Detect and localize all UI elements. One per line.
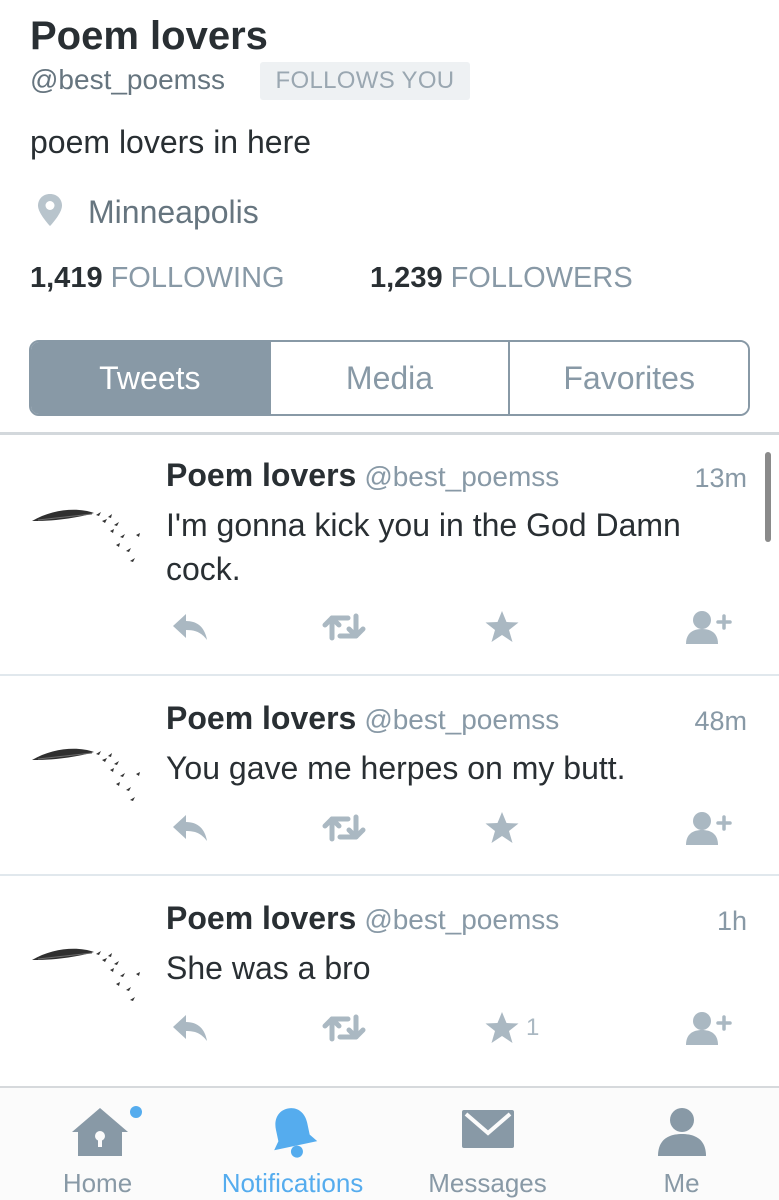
following-count: 1,419 xyxy=(30,262,103,294)
home-notification-dot xyxy=(130,1106,142,1118)
avatar[interactable] xyxy=(30,704,144,814)
retweet-icon xyxy=(322,1014,366,1042)
location-pin-icon xyxy=(30,193,64,232)
reply-button[interactable] xyxy=(170,1008,210,1048)
followers-label: FOLLOWERS xyxy=(450,262,633,294)
add-follower-icon xyxy=(686,1012,732,1045)
home-icon xyxy=(70,1106,130,1163)
profile-tabs: Tweets Media Favorites xyxy=(29,340,750,416)
profile-location: Minneapolis xyxy=(30,190,259,234)
reply-icon xyxy=(173,1015,207,1041)
follow-button[interactable] xyxy=(684,808,732,848)
tweet-author-name: Poem lovers xyxy=(166,457,357,493)
location-text: Minneapolis xyxy=(88,193,259,230)
followers-count: 1,239 xyxy=(370,262,443,294)
nav-notifications-label: Notifications xyxy=(221,1168,364,1198)
tweet-item[interactable]: Poem lovers @best_poemss 48m You gave me … xyxy=(0,676,779,876)
retweet-button[interactable] xyxy=(322,1008,366,1048)
tweet-author[interactable]: Poem lovers @best_poemss xyxy=(166,700,559,737)
tweet-author-handle: @best_poemss xyxy=(364,904,560,935)
envelope-icon xyxy=(460,1106,516,1157)
reply-button[interactable] xyxy=(170,808,210,848)
profile-handle[interactable]: @best_poemss xyxy=(30,64,225,96)
tweet-author-handle: @best_poemss xyxy=(364,704,560,735)
nav-me-label: Me xyxy=(663,1168,700,1198)
nav-messages[interactable]: Messages xyxy=(390,1088,585,1200)
bell-icon xyxy=(267,1106,319,1165)
tweet-timestamp: 48m xyxy=(694,706,747,736)
nav-notifications[interactable]: Notifications xyxy=(195,1088,390,1200)
add-follower-icon xyxy=(686,812,732,845)
nav-messages-label: Messages xyxy=(428,1168,547,1198)
tab-favorites[interactable]: Favorites xyxy=(508,342,748,414)
retweet-icon xyxy=(322,814,366,842)
tweet-author-handle: @best_poemss xyxy=(364,461,560,492)
star-icon xyxy=(485,812,519,843)
profile-header: Poem lovers @best_poemss FOLLOWS YOU poe… xyxy=(0,0,779,432)
favorite-button[interactable]: 1 xyxy=(484,1008,539,1048)
tweet-actions: 1 xyxy=(166,1008,746,1048)
star-icon xyxy=(485,1012,519,1043)
tweet-actions xyxy=(166,607,746,647)
feather-birds-avatar-icon xyxy=(32,509,140,562)
tweet-text: You gave me herpes on my butt. xyxy=(166,750,626,786)
nav-me[interactable]: Me xyxy=(584,1088,779,1200)
followers-stat[interactable]: 1,239 FOLLOWERS xyxy=(370,262,633,295)
tweet-author[interactable]: Poem lovers @best_poemss xyxy=(166,900,559,937)
tweet-item[interactable]: Poem lovers @best_poemss 1h She was a bro… xyxy=(0,876,779,1088)
tweet-author[interactable]: Poem lovers @best_poemss xyxy=(166,457,559,494)
bottom-tab-bar: Home Notifications Messages Me xyxy=(0,1086,779,1200)
avatar[interactable] xyxy=(30,465,144,575)
scrollbar[interactable] xyxy=(765,452,771,542)
tweet-text: She was a bro xyxy=(166,950,371,986)
star-icon xyxy=(485,611,519,642)
person-icon xyxy=(656,1106,708,1163)
profile-bio: poem lovers in here xyxy=(30,124,312,160)
tweet-text: I'm gonna kick you in the God Damn cock. xyxy=(166,507,681,587)
tab-media[interactable]: Media xyxy=(268,342,509,414)
feather-birds-avatar-icon xyxy=(32,748,140,801)
favorite-count: 1 xyxy=(526,1014,540,1041)
avatar[interactable] xyxy=(30,904,144,1014)
tweet-item[interactable]: Poem lovers @best_poemss 13m I'm gonna ki… xyxy=(0,435,779,676)
nav-home[interactable]: Home xyxy=(0,1088,195,1200)
tab-tweets[interactable]: Tweets xyxy=(31,342,269,414)
tweet-timestamp: 1h xyxy=(716,906,747,936)
reply-icon xyxy=(173,614,207,640)
retweet-button[interactable] xyxy=(322,607,366,647)
tweet-timestamp: 13m xyxy=(694,463,747,493)
feather-birds-avatar-icon xyxy=(32,948,140,1001)
favorite-button[interactable] xyxy=(484,607,526,647)
follows-you-badge: FOLLOWS YOU xyxy=(260,62,470,100)
tweet-actions xyxy=(166,808,746,848)
tweet-author-name: Poem lovers xyxy=(166,900,357,936)
reply-icon xyxy=(173,815,207,841)
add-follower-icon xyxy=(686,611,732,644)
tweet-author-name: Poem lovers xyxy=(166,700,357,736)
retweet-button[interactable] xyxy=(322,808,366,848)
reply-button[interactable] xyxy=(170,607,210,647)
follow-button[interactable] xyxy=(684,607,732,647)
following-label: FOLLOWING xyxy=(110,262,285,294)
follow-button[interactable] xyxy=(684,1008,732,1048)
nav-home-label: Home xyxy=(62,1168,133,1198)
retweet-icon xyxy=(322,613,366,641)
following-stat[interactable]: 1,419 FOLLOWING xyxy=(30,262,285,295)
favorite-button[interactable] xyxy=(484,808,526,848)
profile-name: Poem lovers xyxy=(30,14,268,58)
